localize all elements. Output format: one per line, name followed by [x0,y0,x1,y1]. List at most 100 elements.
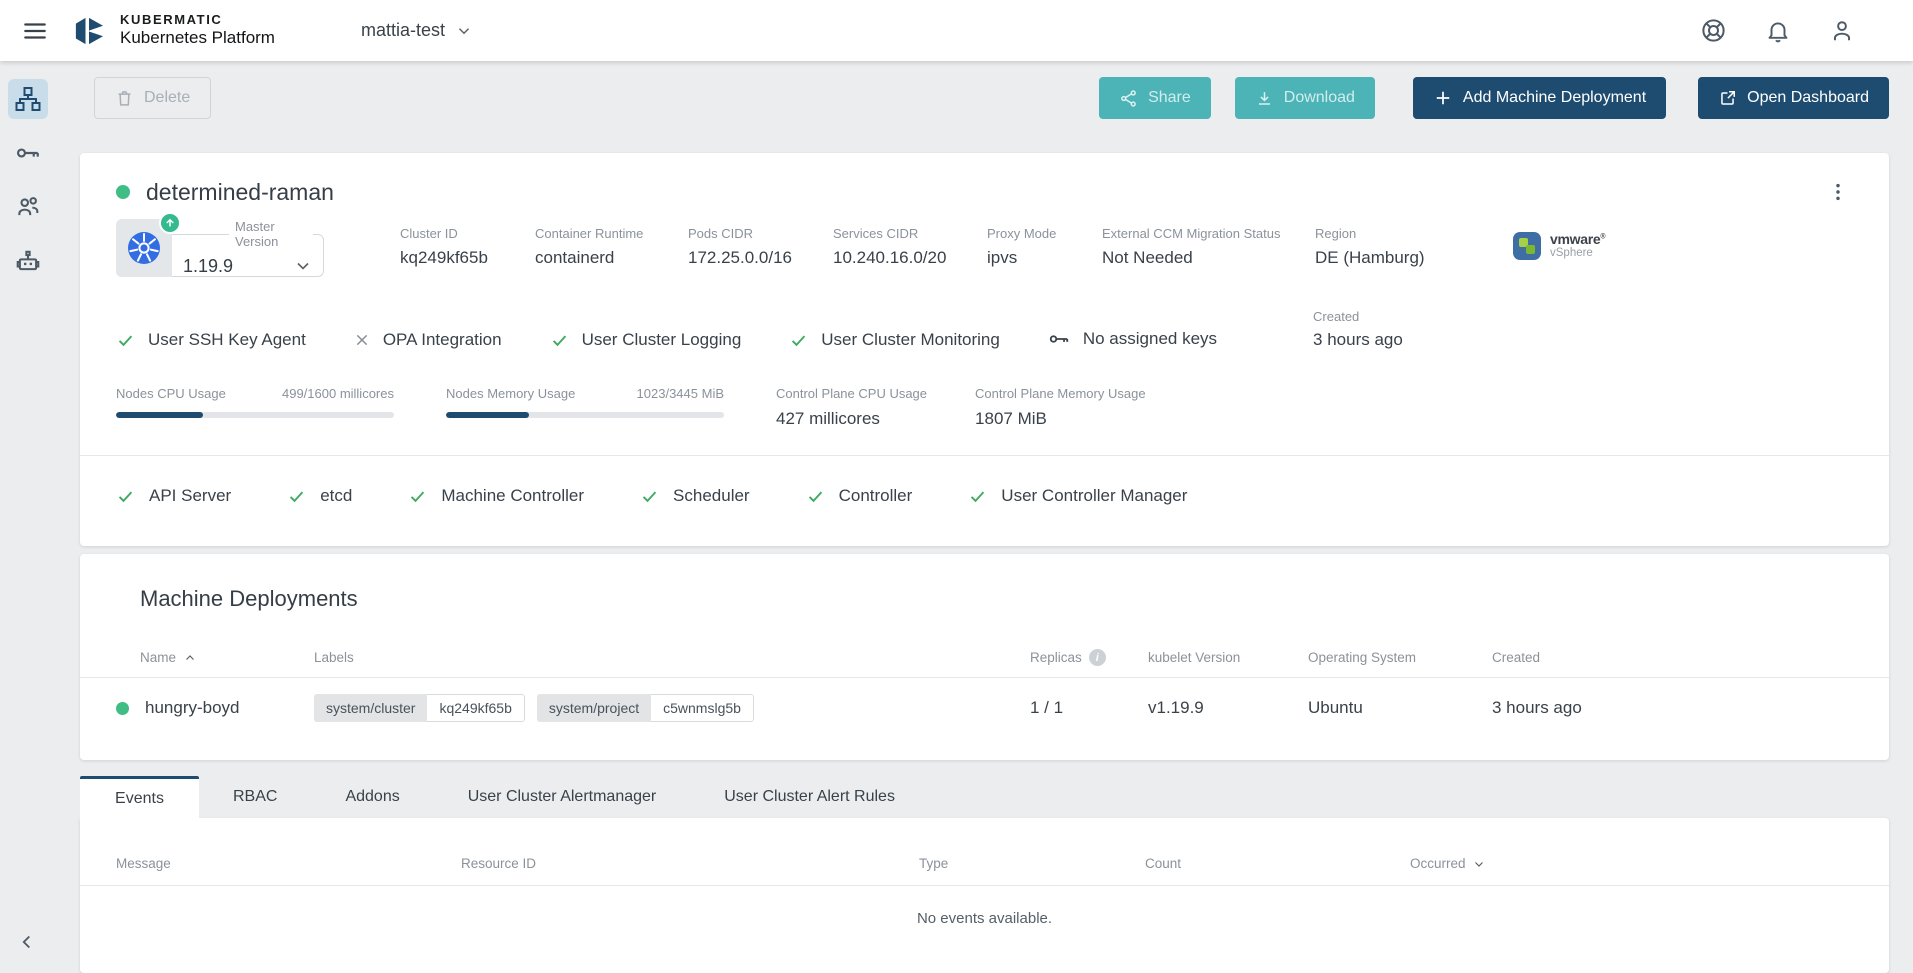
label-chip: system/project c5wnmslg5b [537,694,754,722]
sidebar-item-ssh-keys[interactable] [8,133,48,173]
sidebar-item-service-accounts[interactable] [8,241,48,281]
brand-line1: KUBERMATIC [120,13,275,28]
cluster-created: Created 3 hours ago [1313,309,1403,350]
cluster-toolbar: Delete Share Download Add Machine [80,77,1889,119]
field-value: 172.25.0.0/16 [688,248,833,268]
chip-value: kq249kf65b [427,694,524,722]
ssh-keys-status[interactable]: No assigned keys [1048,328,1217,350]
cp-label: Control Plane Memory Usage [975,386,1146,401]
tab-user-cluster-alert-rules[interactable]: User Cluster Alert Rules [690,776,929,818]
column-header-type[interactable]: Type [919,856,1145,871]
health-controller: Controller [806,486,913,506]
tab-addons[interactable]: Addons [311,776,433,818]
field-label: Cluster ID [400,226,535,241]
plus-icon [1433,88,1453,108]
health-scheduler: Scheduler [640,486,750,506]
open-dashboard-button[interactable]: Open Dashboard [1698,77,1889,119]
robot-icon [15,248,41,274]
sidebar-collapse-button[interactable] [12,927,42,957]
share-button[interactable]: Share [1099,77,1211,119]
check-icon [287,487,306,506]
column-header-count[interactable]: Count [1145,856,1410,871]
menu-button[interactable] [18,14,52,48]
field-label: Pods CIDR [688,226,833,241]
field-container-runtime: Container Runtime containerd [535,226,688,268]
sidebar-item-clusters[interactable] [8,79,48,119]
cluster-actions-menu-button[interactable] [1823,177,1853,207]
kubermatic-logo-icon [68,10,110,52]
field-label: Services CIDR [833,226,987,241]
brand-text: KUBERMATIC Kubernetes Platform [120,13,275,47]
info-icon[interactable]: i [1089,649,1106,666]
field-label: Region [1315,226,1500,241]
person-icon [1829,18,1855,44]
help-button[interactable] [1696,13,1731,48]
kebab-vertical-icon [1827,181,1849,203]
app-header: KUBERMATIC Kubernetes Platform mattia-te… [0,0,1913,61]
progress-track [116,412,394,418]
machine-deployments-title: Machine Deployments [80,586,1889,612]
field-proxy-mode: Proxy Mode ipvs [987,226,1102,268]
delete-label: Delete [144,89,190,107]
notifications-button[interactable] [1761,14,1795,48]
machine-deployments-card: Machine Deployments Name Labels Replicas… [80,554,1889,760]
cluster-title-row: determined-raman [116,177,1853,207]
control-plane-memory-usage: Control Plane Memory Usage 1807 MiB [975,386,1146,429]
column-header-name[interactable]: Name [80,650,314,665]
cluster-features-row: User SSH Key Agent OPA Integration User … [116,309,1853,350]
brand-logo[interactable]: KUBERMATIC Kubernetes Platform [68,10,275,52]
kubelet-version-cell: v1.19.9 [1148,698,1308,718]
field-pods-cidr: Pods CIDR 172.25.0.0/16 [688,226,833,268]
provider-name: vmware [1550,231,1600,247]
tab-rbac[interactable]: RBAC [199,776,311,818]
main-content: Delete Share Download Add Machine [56,61,1913,965]
field-value: DE (Hamburg) [1315,248,1500,268]
delete-button[interactable]: Delete [94,77,211,119]
label-chip: system/cluster kq249kf65b [314,694,525,722]
toolbar-right-group: Share Download Add Machine Deployment [1099,77,1889,119]
trash-icon [115,89,134,108]
column-header-message[interactable]: Message [116,856,461,871]
sidebar-item-members[interactable] [8,187,48,227]
column-header-labels[interactable]: Labels [314,650,1030,665]
header-actions [1696,13,1859,48]
health-label: Scheduler [673,486,750,506]
feature-label: User SSH Key Agent [148,330,306,350]
health-etcd: etcd [287,486,352,506]
provider-text: vmware® vSphere [1550,232,1605,260]
field-region: Region DE (Hamburg) [1315,226,1500,268]
project-selector[interactable]: mattia-test [361,20,473,41]
column-header-occurred[interactable]: Occurred [1410,856,1889,871]
master-version-control[interactable]: Master Version 1.19.9 [116,219,324,277]
master-version-value: 1.19.9 [183,256,233,277]
chip-key: system/cluster [314,694,427,722]
column-header-kubelet-version[interactable]: kubelet Version [1148,650,1308,665]
column-header-resource-id[interactable]: Resource ID [461,856,919,871]
lifebuoy-icon [1700,17,1727,44]
labels-cell: system/cluster kq249kf65b system/project… [314,694,1030,722]
field-label: Proxy Mode [987,226,1102,241]
column-header-created[interactable]: Created [1492,650,1889,665]
cluster-name: determined-raman [146,179,334,206]
health-api-server: API Server [116,486,231,506]
user-menu-button[interactable] [1825,14,1859,48]
download-button[interactable]: Download [1235,77,1375,119]
chip-key: system/project [537,694,651,722]
machine-deployment-row[interactable]: hungry-boyd system/cluster kq249kf65b sy… [80,678,1889,738]
feature-user-cluster-monitoring: User Cluster Monitoring [789,330,1000,350]
tab-user-cluster-alertmanager[interactable]: User Cluster Alertmanager [434,776,691,818]
ssh-keys-label: No assigned keys [1083,329,1217,349]
cluster-card: determined-raman Master Version 1.19.9 [80,153,1889,546]
upgrade-available-badge[interactable] [159,212,181,234]
column-header-replicas[interactable]: Replicas i [1030,649,1148,666]
brand-line2: Kubernetes Platform [120,28,275,48]
field-label: Container Runtime [535,226,688,241]
hamburger-icon [22,18,48,44]
field-services-cidr: Services CIDR 10.240.16.0/20 [833,226,987,268]
usage-value: 499/1600 millicores [282,386,394,401]
add-machine-deployment-button[interactable]: Add Machine Deployment [1413,77,1666,119]
kubernetes-icon [126,230,162,266]
field-value: kq249kf65b [400,248,535,268]
column-header-operating-system[interactable]: Operating System [1308,650,1492,665]
tab-events[interactable]: Events [80,776,199,818]
